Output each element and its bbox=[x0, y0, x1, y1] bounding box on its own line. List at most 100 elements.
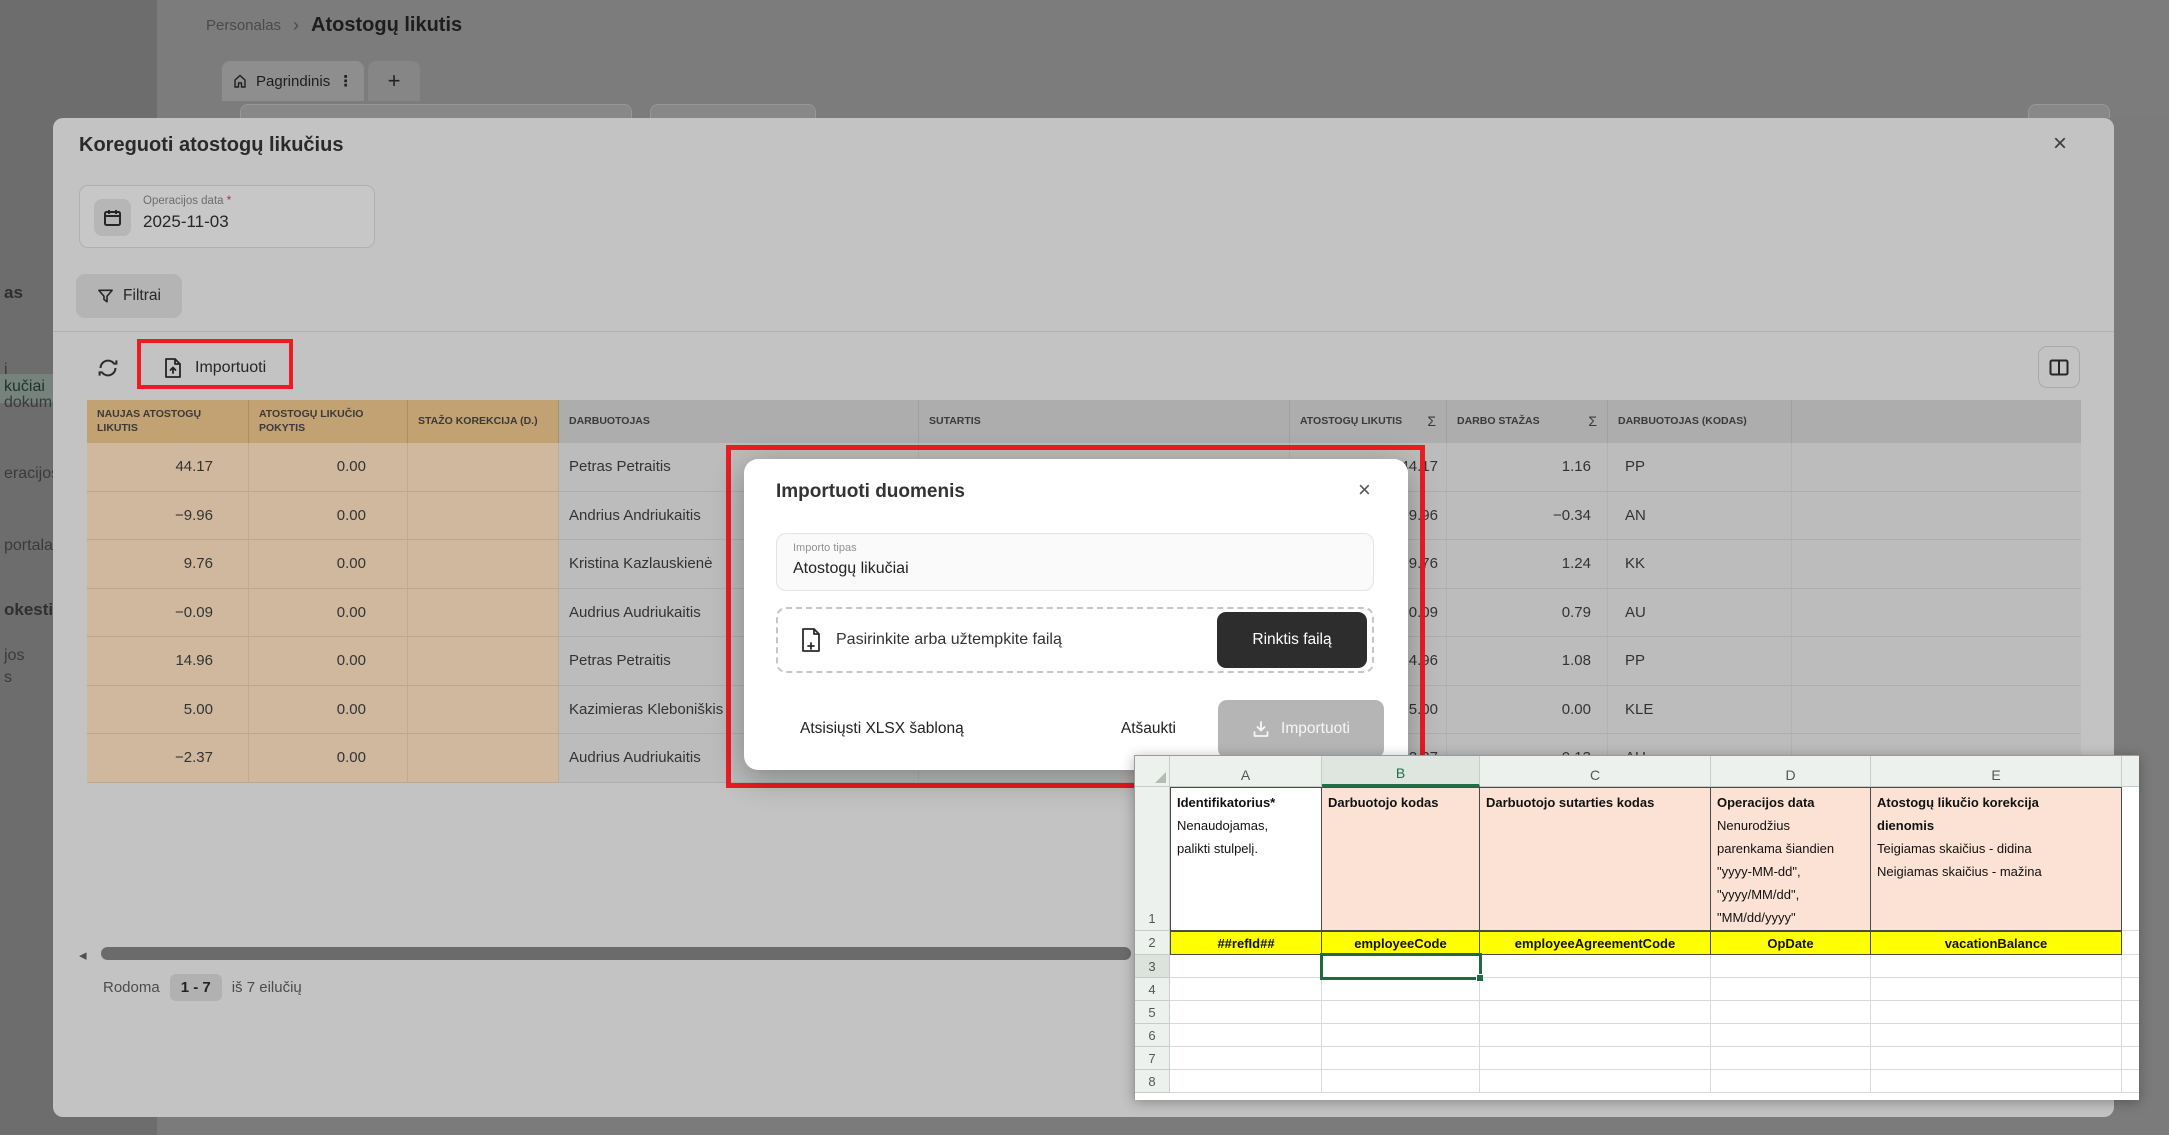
cell-kodas: KK bbox=[1608, 540, 1792, 589]
sheet-grid: Identifikatorius* Nenaudojamas, palikti … bbox=[1170, 787, 2139, 1093]
sidebar-item-label[interactable]: eracijos bbox=[4, 465, 59, 483]
breadcrumb-parent[interactable]: Personalas bbox=[206, 17, 281, 34]
sheet-row-header[interactable]: 1 bbox=[1135, 787, 1170, 931]
sheet-cell bbox=[1711, 1047, 1871, 1070]
horizontal-scrollbar-thumb[interactable] bbox=[101, 947, 1131, 960]
column-header[interactable]: DARBUOTOJAS bbox=[559, 400, 919, 443]
sheet-row-7 bbox=[1170, 1047, 2139, 1070]
sidebar-item-label[interactable]: s bbox=[4, 669, 12, 687]
cell-naujas-likutis[interactable]: 5.00 bbox=[87, 686, 249, 735]
filters-button[interactable]: Filtrai bbox=[76, 274, 182, 318]
column-header[interactable]: SUTARTIS bbox=[919, 400, 1290, 443]
sigma-icon: Σ bbox=[1588, 413, 1597, 431]
sheet-cell-b1[interactable]: Darbuotojo kodas bbox=[1322, 787, 1480, 931]
cell-naujas-likutis[interactable]: −9.96 bbox=[87, 492, 249, 541]
cell-stazo-korekcija[interactable] bbox=[408, 589, 559, 638]
cell-pokytis: 0.00 bbox=[249, 443, 408, 492]
tab-menu-icon[interactable]: ⋮ bbox=[338, 72, 353, 90]
import-submit-button[interactable]: Importuoti bbox=[1218, 700, 1384, 758]
choose-file-button[interactable]: Rinktis failą bbox=[1217, 612, 1367, 668]
import-type-select[interactable]: Importo tipas Atostogų likučiai bbox=[776, 533, 1374, 591]
operation-date-field[interactable]: Operacijos data * 2025-11-03 bbox=[79, 185, 375, 248]
cell-naujas-likutis[interactable]: 9.76 bbox=[87, 540, 249, 589]
sheet-cell-e1[interactable]: Atostogų likučio korekcija dienomis Teig… bbox=[1871, 787, 2122, 931]
sheet-cell-a2[interactable]: ##refId## bbox=[1170, 931, 1322, 955]
sheet-cell bbox=[1480, 1047, 1711, 1070]
tab-pagrindinis[interactable]: Pagrindinis ⋮ bbox=[222, 61, 364, 101]
cell-stazo-korekcija[interactable] bbox=[408, 686, 559, 735]
modal-close-icon[interactable]: × bbox=[2053, 132, 2067, 156]
cell-empty bbox=[1792, 540, 2081, 589]
filters-button-label: Filtrai bbox=[123, 287, 161, 305]
page-title: Atostogų likutis bbox=[311, 14, 462, 37]
cell-pokytis: 0.00 bbox=[249, 540, 408, 589]
sidebar-item-label[interactable]: jos bbox=[4, 647, 24, 665]
sigma-icon: Σ bbox=[1427, 413, 1436, 431]
fill-handle[interactable] bbox=[1476, 974, 1484, 982]
cell-stazo-korekcija[interactable] bbox=[408, 540, 559, 589]
add-tab-button[interactable]: + bbox=[368, 61, 420, 101]
sheet-row-headers: 1 2 3 4 5 6 7 8 bbox=[1135, 787, 1170, 1093]
download-xlsx-template-link[interactable]: Atsisiųsti XLSX šabloną bbox=[800, 720, 964, 738]
sheet-cell bbox=[1170, 1047, 1322, 1070]
sheet-cell-a1[interactable]: Identifikatorius* Nenaudojamas, palikti … bbox=[1170, 787, 1322, 931]
download-icon bbox=[1252, 720, 1270, 738]
sheet-cell-b2[interactable]: employeeCode bbox=[1322, 931, 1480, 955]
sidebar-item-label[interactable]: as bbox=[4, 283, 23, 303]
column-header[interactable]: STAŽO KOREKCIJA (D.) bbox=[408, 400, 559, 443]
scrollbar-left-arrow-icon[interactable]: ◂ bbox=[79, 946, 87, 964]
sheet-select-all-corner[interactable] bbox=[1135, 756, 1170, 787]
column-header[interactable]: DARBO STAŽASΣ bbox=[1447, 400, 1608, 443]
xlsx-template-spreadsheet: A B C D E 1 2 3 4 5 6 7 8 Identifikatori… bbox=[1134, 755, 2139, 1100]
cancel-button[interactable]: Atšaukti bbox=[1121, 720, 1176, 738]
cell-kodas: AU bbox=[1608, 589, 1792, 638]
column-header[interactable]: DARBUOTOJAS (KODAS) bbox=[1608, 400, 1792, 443]
cell-kodas: PP bbox=[1608, 443, 1792, 492]
cell-naujas-likutis[interactable]: −0.09 bbox=[87, 589, 249, 638]
sidebar-item-label[interactable]: portala bbox=[4, 537, 53, 555]
column-header[interactable]: NAUJAS ATOSTOGŲ LIKUTIS bbox=[87, 400, 249, 443]
sheet-cell-c1[interactable]: Darbuotojo sutarties kodas bbox=[1480, 787, 1711, 931]
sheet-row-header[interactable]: 2 bbox=[1135, 931, 1170, 955]
cell-empty bbox=[1792, 443, 2081, 492]
cell-naujas-likutis[interactable]: 14.96 bbox=[87, 637, 249, 686]
sheet-cell bbox=[1322, 1070, 1480, 1093]
sheet-row-header[interactable]: 4 bbox=[1135, 978, 1170, 1001]
sheet-row-header[interactable]: 8 bbox=[1135, 1070, 1170, 1093]
sheet-row-header[interactable]: 3 bbox=[1135, 955, 1170, 978]
import-type-value: Atostogų likučiai bbox=[793, 560, 909, 578]
column-header[interactable]: ATOSTOGŲ LIKUTISΣ bbox=[1290, 400, 1447, 443]
sheet-column-header-b[interactable]: B bbox=[1322, 756, 1480, 787]
sheet-column-header-d[interactable]: D bbox=[1711, 756, 1871, 787]
cell-naujas-likutis[interactable]: 44.17 bbox=[87, 443, 249, 492]
sheet-row-header[interactable]: 7 bbox=[1135, 1047, 1170, 1070]
cell-stazas: 0.79 bbox=[1447, 589, 1608, 638]
cell-stazo-korekcija[interactable] bbox=[408, 492, 559, 541]
refresh-button[interactable] bbox=[93, 353, 123, 383]
pager-total-label: iš 7 eilučių bbox=[232, 979, 302, 996]
dialog-close-icon[interactable]: × bbox=[1358, 479, 1371, 501]
sheet-cell bbox=[1322, 1001, 1480, 1024]
cell-stazas: 0.00 bbox=[1447, 686, 1608, 735]
sheet-column-header-a[interactable]: A bbox=[1170, 756, 1322, 787]
column-settings-button[interactable] bbox=[2038, 346, 2080, 388]
sheet-cell-d1[interactable]: Operacijos data Nenurodžius parenkama ši… bbox=[1711, 787, 1871, 931]
cell-pokytis: 0.00 bbox=[249, 589, 408, 638]
sheet-cell-e2[interactable]: vacationBalance bbox=[1871, 931, 2122, 955]
sheet-column-header-c[interactable]: C bbox=[1480, 756, 1711, 787]
file-dropzone[interactable]: Pasirinkite arba užtempkite failą Rinkti… bbox=[776, 607, 1374, 673]
sheet-column-header-e[interactable]: E bbox=[1871, 756, 2122, 787]
sheet-cell-d2[interactable]: OpDate bbox=[1711, 931, 1871, 955]
cell-naujas-likutis[interactable]: −2.37 bbox=[87, 734, 249, 783]
sidebar-item-label[interactable]: i bbox=[4, 361, 8, 379]
sheet-selected-cell-b3[interactable] bbox=[1320, 953, 1482, 980]
cell-stazo-korekcija[interactable] bbox=[408, 443, 559, 492]
sheet-row-header[interactable]: 5 bbox=[1135, 1001, 1170, 1024]
cell-stazo-korekcija[interactable] bbox=[408, 734, 559, 783]
column-header[interactable]: ATOSTOGŲ LIKUČIO POKYTIS bbox=[249, 400, 408, 443]
cell-stazo-korekcija[interactable] bbox=[408, 637, 559, 686]
sheet-row-header[interactable]: 6 bbox=[1135, 1024, 1170, 1047]
sheet-cell bbox=[2122, 955, 2139, 978]
table-header-row: NAUJAS ATOSTOGŲ LIKUTIS ATOSTOGŲ LIKUČIO… bbox=[87, 400, 2081, 443]
sheet-cell-c2[interactable]: employeeAgreementCode bbox=[1480, 931, 1711, 955]
